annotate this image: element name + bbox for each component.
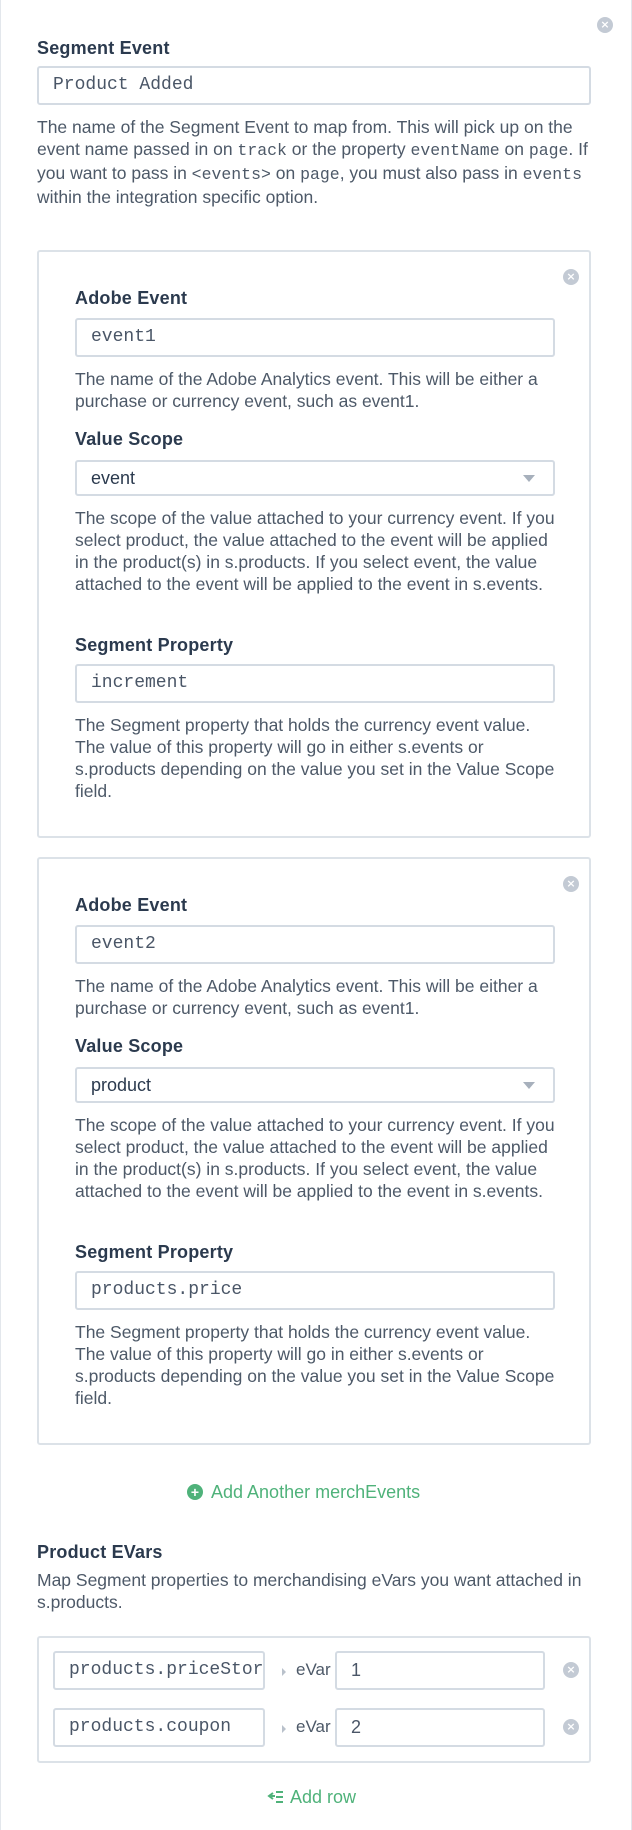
evar-property-input[interactable]: products.coupon (53, 1708, 265, 1747)
segment-property-input[interactable]: products.price (75, 1271, 555, 1310)
value-scope-select[interactable]: event (75, 460, 555, 496)
adobe-event-label: Adobe Event (75, 895, 188, 915)
segment-property-label: Segment Property (75, 1242, 234, 1262)
segment-event-label: Segment Event (37, 38, 170, 58)
remove-row-icon[interactable]: × (563, 1719, 579, 1735)
remove-row-icon[interactable]: × (563, 1662, 579, 1678)
adobe-event-help: The name of the Adobe Analytics event. T… (75, 369, 538, 411)
segment-property-label: Segment Property (75, 635, 234, 655)
add-row-button[interactable]: Add row (266, 1787, 356, 1808)
adobe-event-input[interactable]: event1 (75, 318, 555, 357)
chevron-down-icon (523, 475, 535, 482)
evar-number-input[interactable]: 2 (335, 1708, 545, 1747)
value-scope-label: Value Scope (75, 429, 184, 449)
value-scope-label: Value Scope (75, 1036, 184, 1056)
product-evars-help: Map Segment properties to merchandising … (37, 1570, 582, 1612)
close-icon[interactable]: × (597, 17, 613, 33)
adobe-event-label: Adobe Event (75, 288, 188, 308)
evar-prefix: eVar (296, 1660, 331, 1679)
segment-property-help: The Segment property that holds the curr… (75, 1322, 555, 1408)
plus-circle-icon: + (187, 1484, 203, 1500)
chevron-down-icon (523, 1082, 535, 1089)
product-evars-label: Product EVars (37, 1542, 163, 1562)
segment-property-help: The Segment property that holds the curr… (75, 715, 555, 801)
evar-number-input[interactable]: 1 (335, 1651, 545, 1690)
evar-property-input[interactable]: products.priceStoreCurrency (53, 1651, 265, 1690)
add-merch-events-button[interactable]: + Add Another merchEvents (187, 1482, 420, 1503)
value-scope-select[interactable]: product (75, 1067, 555, 1103)
list-add-icon (266, 1788, 284, 1803)
value-scope-help: The scope of the value attached to your … (75, 508, 555, 594)
value-scope-selected: product (91, 1075, 152, 1095)
add-merch-events-label: Add Another merchEvents (211, 1482, 421, 1502)
merch-event-card: × Adobe Event event1 The name of the Ado… (37, 250, 591, 838)
adobe-event-help: The name of the Adobe Analytics event. T… (75, 976, 538, 1018)
evar-prefix: eVar (296, 1717, 331, 1736)
segment-event-input[interactable]: Product Added (37, 66, 591, 105)
settings-panel: × Segment Event Product Added The name o… (0, 0, 632, 1830)
value-scope-help: The scope of the value attached to your … (75, 1115, 555, 1201)
adobe-event-input[interactable]: event2 (75, 925, 555, 964)
merch-event-card: × Adobe Event event2 The name of the Ado… (37, 857, 591, 1445)
evars-table: products.priceStoreCurrency eVar 1 × pro… (37, 1636, 591, 1763)
remove-merch-event-icon[interactable]: × (563, 269, 579, 285)
value-scope-selected: event (91, 468, 136, 488)
remove-merch-event-icon[interactable]: × (563, 876, 579, 892)
add-row-label: Add row (290, 1787, 357, 1807)
segment-event-help: The name of the Segment Event to map fro… (37, 117, 588, 207)
map-arrow-icon (282, 1668, 286, 1676)
map-arrow-icon (282, 1725, 286, 1733)
segment-property-input[interactable]: increment (75, 664, 555, 703)
